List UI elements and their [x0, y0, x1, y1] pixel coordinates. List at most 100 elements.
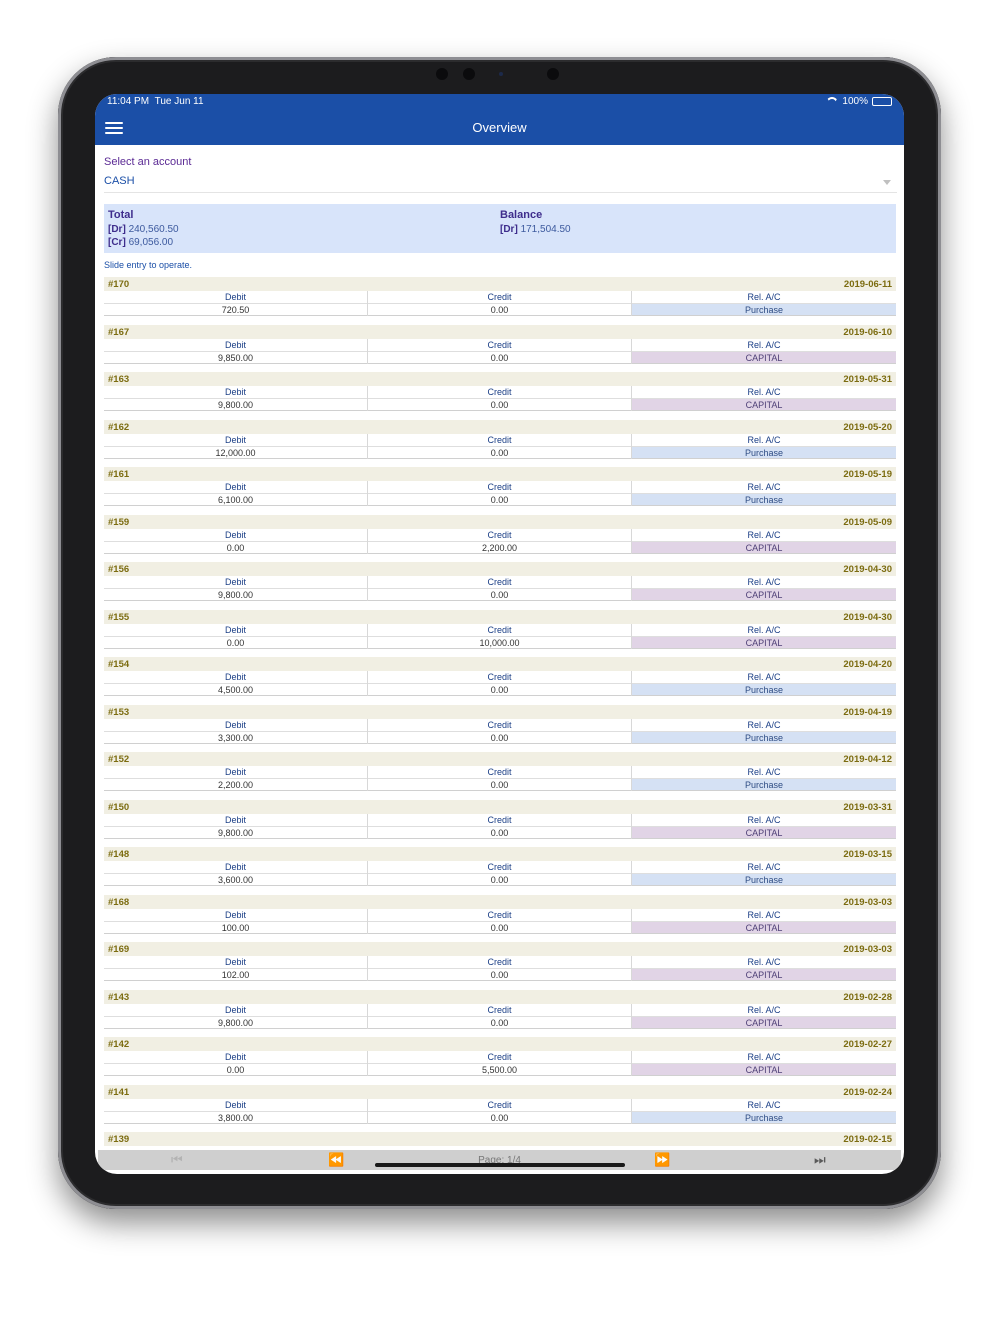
credit-value: 10,000.00: [368, 637, 631, 649]
rel-account-value: CAPITAL: [632, 589, 896, 601]
rel-account-cell: Rel. A/C CAPITAL: [632, 624, 896, 649]
entry-values: Debit 3,800.00 Credit 0.00 Rel. A/C Purchase: [104, 1098, 896, 1124]
entry-header: #159 2019-05-09: [104, 514, 896, 529]
credit-cell: Credit 0.00: [368, 956, 632, 981]
credit-cell: Credit 0.00: [368, 671, 632, 696]
entry-row[interactable]: #170 2019-06-11 Debit 720.50 Credit 0.00 Rel. …: [104, 277, 896, 325]
entry-header: #161 2019-05-19: [104, 467, 896, 481]
entry-row[interactable]: #155 2019-04-30 Debit 0.00 Credit 10,000.00 Re…: [104, 609, 896, 658]
debit-cell: Debit 0.00: [104, 623, 368, 649]
rel-account-value: Purchase: [632, 684, 896, 696]
credit-value: 0.00: [368, 779, 631, 791]
rel-account-cell: Rel. A/C Purchase: [632, 434, 896, 459]
balance-tag: [Dr]: [500, 223, 518, 235]
dropdown-caret-icon[interactable]: [883, 180, 891, 185]
rel-account-cell: Rel. A/C Purchase: [632, 671, 896, 696]
rel-account-value: CAPITAL: [632, 969, 896, 981]
entry-values: Debit 3,300.00 Credit 0.00 Rel. A/C Purchase: [104, 718, 896, 744]
app-screen: 11:04 PM Tue Jun 11 100% Overview Select…: [95, 94, 904, 1174]
credit-cell: Credit 0.00: [368, 338, 632, 364]
entry-row[interactable]: #163 2019-05-31 Debit 9,800.00 Credit 0.00 Rel…: [104, 372, 896, 420]
entry-date: 2019-02-15: [843, 1134, 892, 1145]
debit-cell: Debit 3,800.00: [104, 1098, 368, 1124]
entry-row[interactable]: #162 2019-05-20 Debit 12,000.00 Credit 0.00 Re…: [104, 419, 896, 468]
debit-label: Debit: [104, 671, 367, 684]
entry-row[interactable]: #141 2019-02-24 Debit 3,800.00 Credit 0.00 Rel…: [104, 1084, 896, 1133]
entry-id: #163: [108, 374, 130, 385]
credit-value: 0.00: [368, 732, 631, 744]
debit-cell: Debit 100.00: [104, 908, 368, 934]
credit-label: Credit: [368, 766, 631, 779]
debit-cell: Debit 9,800.00: [104, 386, 368, 411]
entry-date: 2019-05-20: [843, 421, 892, 433]
entry-row[interactable]: #152 2019-04-12 Debit 2,200.00 Credit 0.00 Rel…: [104, 752, 896, 800]
entry-row[interactable]: #169 2019-03-03 Debit 102.00 Credit 0.00 Rel. …: [104, 942, 896, 990]
debit-label: Debit: [104, 956, 367, 969]
rel-account-label: Rel. A/C: [632, 814, 896, 827]
camera-lens: [547, 68, 559, 80]
credit-label: Credit: [368, 291, 631, 304]
credit-label: Credit: [368, 956, 631, 969]
credit-cell: Credit 0.00: [368, 718, 632, 744]
entry-id: #141: [108, 1086, 130, 1098]
debit-cell: Debit 0.00: [104, 528, 368, 554]
entry-row[interactable]: #153 2019-04-19 Debit 3,300.00 Credit 0.00 Rel…: [104, 704, 896, 753]
entry-row[interactable]: #148 2019-03-15 Debit 3,600.00 Credit 0.00 Rel…: [104, 847, 896, 895]
debit-label: Debit: [104, 861, 367, 874]
entry-values: Debit 3,600.00 Credit 0.00 Rel. A/C Purchase: [104, 861, 896, 886]
rel-account-value: CAPITAL: [632, 399, 896, 411]
rel-account-value: CAPITAL: [632, 921, 896, 934]
entry-row[interactable]: #143 2019-02-28 Debit 9,800.00 Credit 0.00 Rel…: [104, 989, 896, 1038]
debit-value: 0.00: [104, 637, 367, 649]
credit-label: Credit: [368, 719, 631, 732]
credit-label: Credit: [368, 1004, 631, 1017]
entry-id: #153: [108, 706, 130, 718]
entry-header: #153 2019-04-19: [104, 704, 896, 719]
entry-date: 2019-04-20: [843, 659, 892, 670]
credit-label: Credit: [368, 1051, 631, 1064]
slide-hint: Slide entry to operate.: [104, 260, 193, 270]
total-cr-amount: 69,056.00: [128, 237, 174, 248]
entry-row[interactable]: #150 2019-03-31 Debit 9,800.00 Credit 0.00 Rel…: [104, 799, 896, 848]
entry-id: #168: [108, 896, 130, 908]
entry-row[interactable]: #167 2019-06-10 Debit 9,850.00 Credit 0.00 Rel…: [104, 324, 896, 373]
entry-values: Debit 9,800.00 Credit 0.00 Rel. A/C CAPITAL: [104, 576, 896, 601]
battery-icon: [872, 97, 892, 106]
entry-row[interactable]: #142 2019-02-27 Debit 0.00 Credit 5,500.00 Rel…: [104, 1037, 896, 1085]
fast-forward-icon[interactable]: ⏩: [654, 1153, 670, 1167]
skip-last-icon[interactable]: ⏭: [814, 1153, 826, 1167]
debit-label: Debit: [104, 291, 367, 304]
debit-cell: Debit 720.50: [104, 291, 368, 316]
camera-sensor: [499, 72, 503, 76]
account-value[interactable]: CASH: [104, 175, 135, 187]
status-right: 100%: [826, 96, 892, 107]
entry-row[interactable]: #159 2019-05-09 Debit 0.00 Credit 2,200.00 Rel…: [104, 514, 896, 563]
account-selector[interactable]: Select an account CASH: [104, 156, 897, 193]
credit-cell: Credit 0.00: [368, 576, 632, 601]
entry-date: 2019-05-19: [843, 469, 892, 480]
rel-account-cell: Rel. A/C CAPITAL: [632, 814, 896, 839]
rel-account-label: Rel. A/C: [632, 861, 896, 874]
entry-row[interactable]: #154 2019-04-20 Debit 4,500.00 Credit 0.00 Rel…: [104, 657, 896, 705]
entry-header: #143 2019-02-28: [104, 989, 896, 1004]
entry-row[interactable]: #156 2019-04-30 Debit 9,800.00 Credit 0.00 Rel…: [104, 562, 896, 610]
credit-cell: Credit 0.00: [368, 766, 632, 791]
entry-row[interactable]: #161 2019-05-19 Debit 6,100.00 Credit 0.00 Rel…: [104, 467, 896, 515]
credit-cell: Credit 10,000.00: [368, 623, 632, 649]
debit-value: 9,800.00: [104, 399, 367, 411]
rel-account-label: Rel. A/C: [632, 624, 896, 637]
entry-id: #155: [108, 611, 130, 623]
rel-account-label: Rel. A/C: [632, 719, 896, 732]
rel-account-label: Rel. A/C: [632, 434, 896, 447]
credit-value: 0.00: [368, 447, 631, 459]
entry-row[interactable]: #168 2019-03-03 Debit 100.00 Credit 0.00 Rel. …: [104, 894, 896, 943]
credit-cell: Credit 0.00: [368, 291, 632, 316]
debit-cell: Debit 0.00: [104, 1051, 368, 1076]
balance-amount: 171,504.50: [520, 223, 571, 235]
entry-date: 2019-03-31: [843, 801, 892, 813]
entry-date: 2019-06-11: [843, 279, 892, 290]
credit-cell: Credit 0.00: [368, 433, 632, 459]
status-bar: 11:04 PM Tue Jun 11 100%: [95, 94, 904, 110]
rel-account-label: Rel. A/C: [632, 766, 896, 779]
entry-id: #156: [108, 564, 130, 575]
